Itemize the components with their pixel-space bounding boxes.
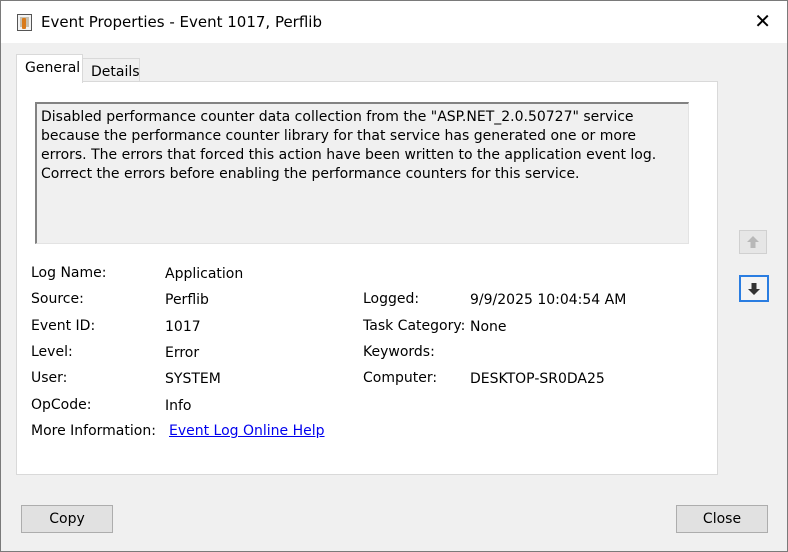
event-id-label: Event ID: bbox=[31, 318, 96, 334]
event-description[interactable]: Disabled performance counter data collec… bbox=[35, 102, 689, 244]
arrow-down-icon bbox=[748, 282, 760, 295]
task-category-label: Task Category: bbox=[363, 318, 466, 334]
level-value[interactable]: Error bbox=[165, 345, 199, 361]
title-bar: Event Properties - Event 1017, Perflib ✕ bbox=[1, 1, 787, 43]
opcode-label: OpCode: bbox=[31, 397, 92, 413]
user-label: User: bbox=[31, 370, 68, 386]
close-button[interactable]: Close bbox=[676, 505, 768, 533]
previous-event-button[interactable] bbox=[739, 230, 767, 254]
keywords-label: Keywords: bbox=[363, 344, 435, 360]
event-properties-dialog: Event Properties - Event 1017, Perflib ✕… bbox=[0, 0, 788, 552]
event-log-online-help-link[interactable]: Event Log Online Help bbox=[169, 423, 325, 439]
logged-value[interactable]: 9/9/2025 10:04:54 AM bbox=[470, 292, 626, 308]
event-viewer-icon bbox=[17, 14, 32, 31]
copy-button[interactable]: Copy bbox=[21, 505, 113, 533]
next-event-button[interactable] bbox=[739, 275, 769, 302]
general-panel: Disabled performance counter data collec… bbox=[16, 81, 718, 475]
task-category-value[interactable]: None bbox=[470, 319, 507, 335]
close-icon[interactable]: ✕ bbox=[754, 11, 771, 31]
computer-value[interactable]: DESKTOP-SR0DA25 bbox=[470, 371, 605, 387]
log-name-value[interactable]: Application bbox=[165, 266, 243, 282]
source-value[interactable]: Perflib bbox=[165, 292, 209, 308]
opcode-value[interactable]: Info bbox=[165, 398, 192, 414]
arrow-up-icon bbox=[747, 236, 759, 248]
source-label: Source: bbox=[31, 291, 84, 307]
window-title: Event Properties - Event 1017, Perflib bbox=[41, 13, 322, 31]
tab-general[interactable]: General bbox=[16, 54, 83, 83]
computer-label: Computer: bbox=[363, 370, 438, 386]
more-information-label: More Information: bbox=[31, 423, 156, 439]
logged-label: Logged: bbox=[363, 291, 420, 307]
log-name-label: Log Name: bbox=[31, 265, 107, 281]
event-id-value[interactable]: 1017 bbox=[165, 319, 201, 335]
user-value[interactable]: SYSTEM bbox=[165, 371, 221, 387]
level-label: Level: bbox=[31, 344, 73, 360]
